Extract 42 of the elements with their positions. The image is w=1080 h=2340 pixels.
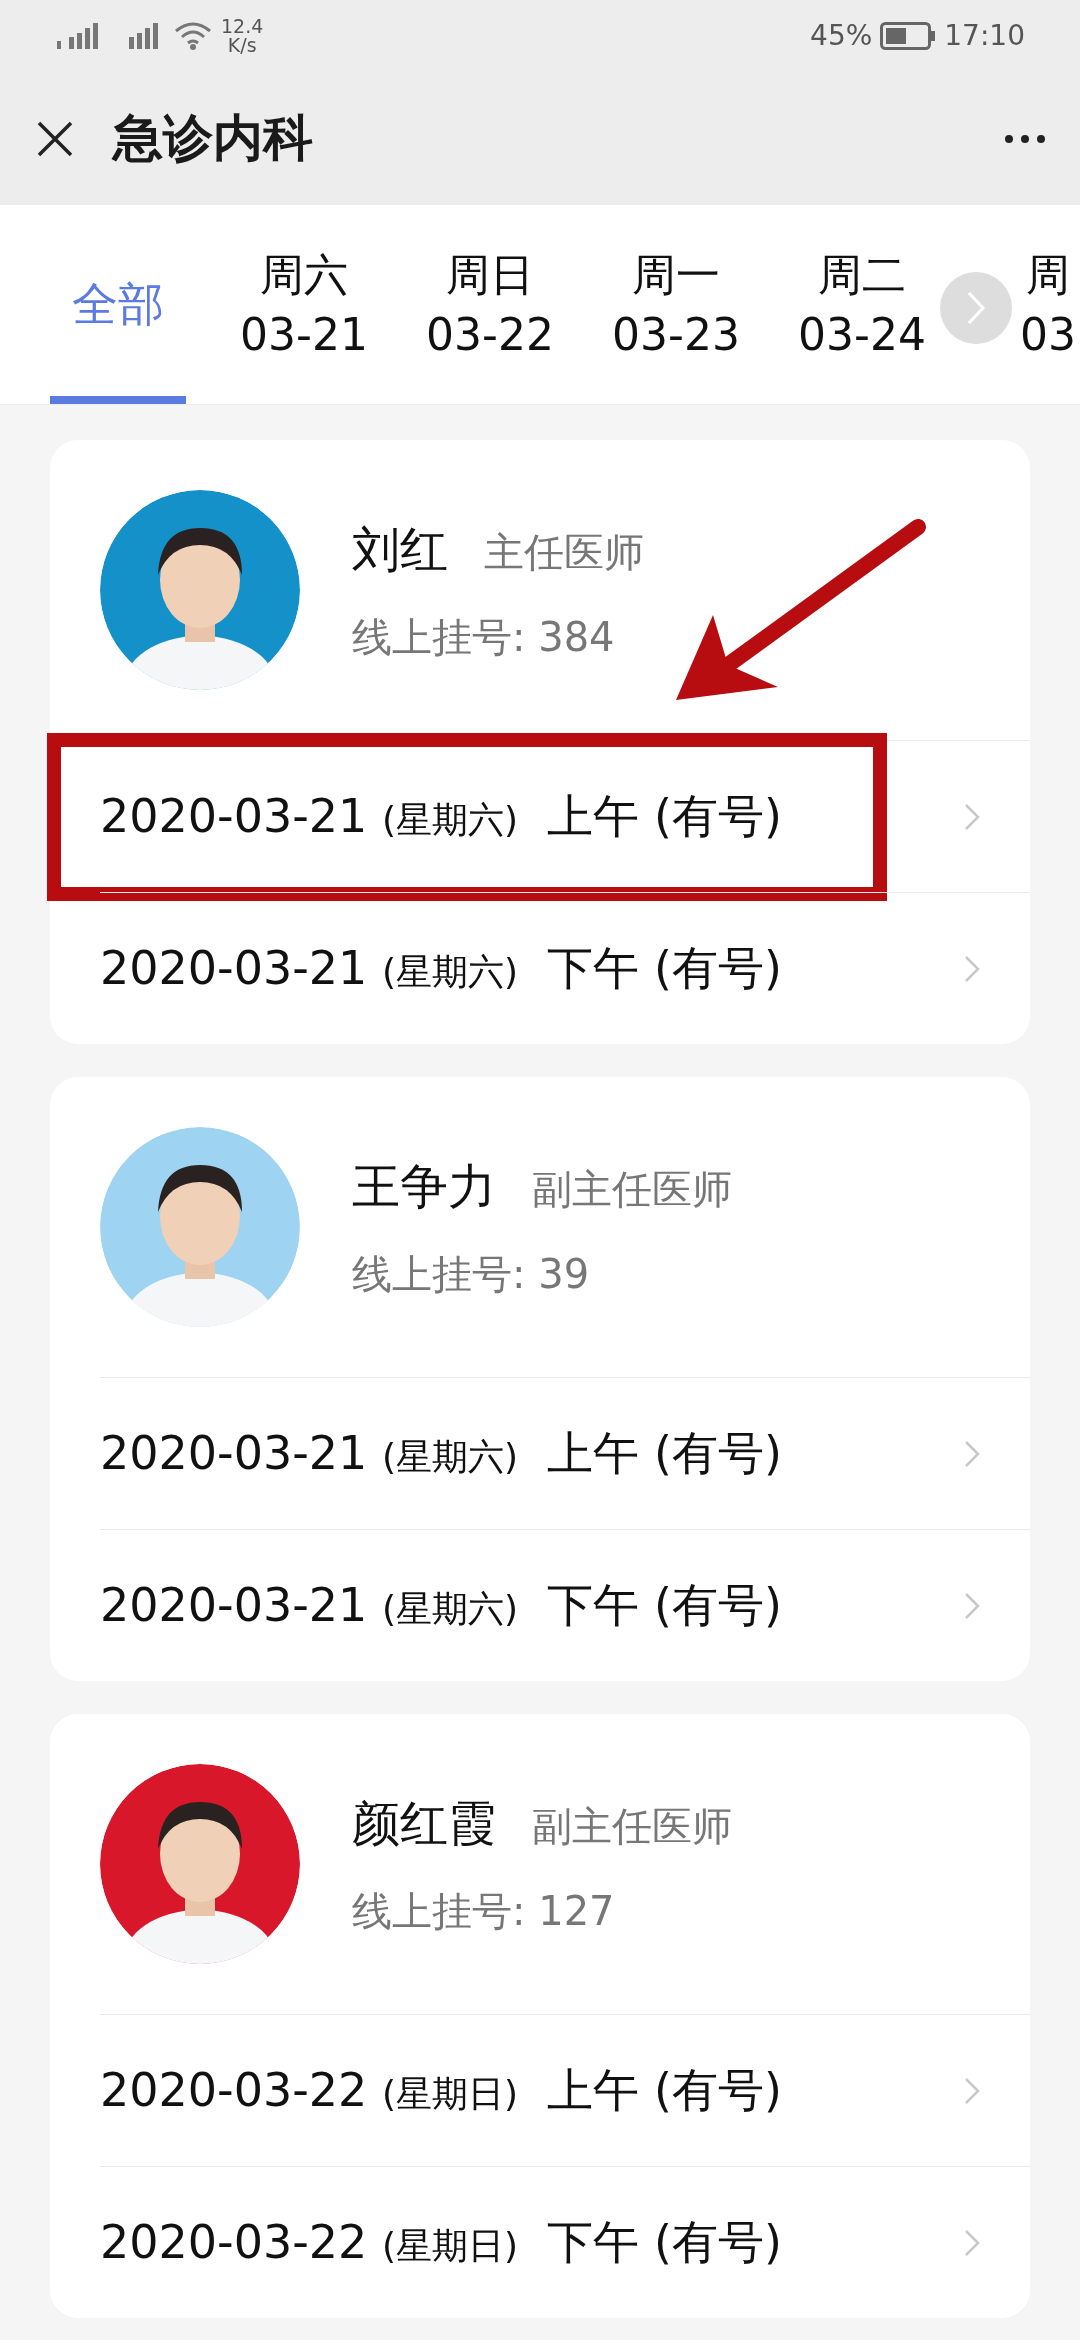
wifi-icon bbox=[173, 21, 213, 51]
more-button[interactable] bbox=[1005, 134, 1045, 143]
slot-row[interactable]: 2020-03-21 (星期六) 上午 (有号) bbox=[100, 741, 1030, 892]
slot-text: 2020-03-21 (星期六) 下午 (有号) bbox=[100, 940, 782, 997]
chevron-right-icon bbox=[964, 2228, 980, 2257]
page-title: 急诊内科 bbox=[113, 108, 313, 169]
booking-count: 线上挂号: 127 bbox=[352, 1887, 616, 1936]
slot-text: 2020-03-22 (星期日) 下午 (有号) bbox=[100, 2214, 782, 2271]
clock: 17:10 bbox=[944, 18, 1025, 54]
date-tab[interactable]: 周一 03-23 bbox=[583, 205, 769, 404]
slot-text: 2020-03-21 (星期六) 上午 (有号) bbox=[100, 1425, 782, 1482]
battery-percent: 45% bbox=[810, 18, 873, 54]
doctor-title: 副主任医师 bbox=[532, 1802, 732, 1851]
slot-text: 2020-03-21 (星期六) 上午 (有号) bbox=[100, 788, 782, 845]
date-tab[interactable]: 周 03 bbox=[955, 205, 1080, 404]
slot-row[interactable]: 2020-03-22 (星期日) 上午 (有号) bbox=[100, 2015, 1030, 2166]
date-tab[interactable]: 周六 03-21 bbox=[211, 205, 397, 404]
battery-icon bbox=[880, 22, 937, 50]
chevron-right-icon bbox=[964, 1591, 980, 1620]
chevron-right-icon bbox=[964, 954, 980, 983]
doctor-title: 主任医师 bbox=[484, 528, 644, 577]
chevron-right-icon bbox=[964, 802, 980, 831]
slot-row[interactable]: 2020-03-21 (星期六) 下午 (有号) bbox=[100, 1530, 1030, 1681]
date-tab[interactable]: 周日 03-22 bbox=[397, 205, 583, 404]
slot-text: 2020-03-21 (星期六) 下午 (有号) bbox=[100, 1577, 782, 1634]
date-tab[interactable]: 全部 bbox=[25, 205, 211, 404]
network-speed-unit: K/s bbox=[227, 36, 257, 55]
doctor-name: 刘红 bbox=[352, 520, 448, 579]
chevron-right-icon bbox=[966, 290, 986, 326]
date-tab[interactable]: 周二 03-24 bbox=[769, 205, 955, 404]
booking-count: 线上挂号: 39 bbox=[352, 1250, 591, 1299]
doctor-name: 颜红霞 bbox=[352, 1794, 496, 1853]
network-speed: 12.4 bbox=[221, 17, 264, 36]
slot-row[interactable]: 2020-03-21 (星期六) 下午 (有号) bbox=[100, 893, 1030, 1044]
doctor-title: 副主任医师 bbox=[532, 1165, 732, 1214]
chevron-right-icon bbox=[964, 1439, 980, 1468]
slot-row[interactable]: 2020-03-21 (星期六) 上午 (有号) bbox=[100, 1378, 1030, 1529]
chevron-right-icon bbox=[964, 2076, 980, 2105]
doctor-name: 王争力 bbox=[352, 1157, 496, 1216]
booking-count: 线上挂号: 384 bbox=[352, 613, 616, 662]
slot-text: 2020-03-22 (星期日) 上午 (有号) bbox=[100, 2062, 782, 2119]
slot-row[interactable]: 2020-03-22 (星期日) 下午 (有号) bbox=[100, 2167, 1030, 2318]
